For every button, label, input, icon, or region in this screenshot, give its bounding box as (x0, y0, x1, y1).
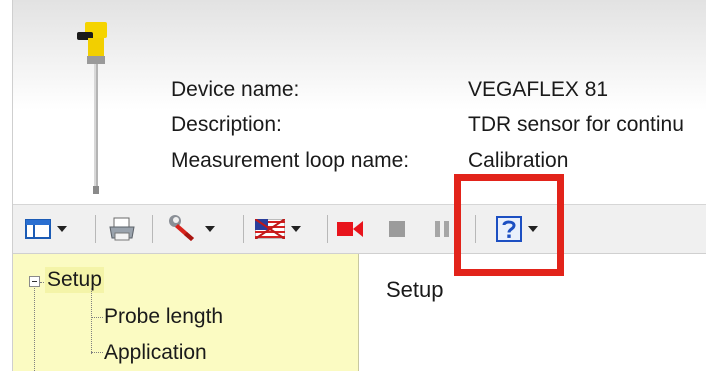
content-pane: Setup (359, 254, 706, 371)
chevron-down-icon (57, 226, 67, 232)
description-label: Description: (171, 113, 282, 136)
loop-name-value: Calibration (468, 149, 569, 172)
description-value: TDR sensor for continu (468, 113, 684, 136)
toolbar-separator (152, 215, 153, 243)
device-window: Device name: VEGAFLEX 81 Description: TD… (12, 0, 706, 371)
tree-connector (91, 352, 103, 353)
help-icon (496, 216, 522, 242)
tree-item-setup[interactable]: Setup (45, 267, 104, 293)
tools-button[interactable] (167, 205, 215, 253)
navigation-tree: Setup Probe length Application (13, 254, 359, 371)
sensor-probe-image (77, 22, 107, 194)
language-button[interactable] (255, 205, 301, 253)
chevron-down-icon (528, 226, 538, 232)
collapse-icon[interactable] (29, 276, 40, 287)
toolbar (13, 205, 706, 254)
language-flag-icon (255, 219, 285, 239)
device-header: Device name: VEGAFLEX 81 Description: TD… (13, 0, 706, 205)
device-name-label: Device name: (171, 78, 300, 101)
chevron-down-icon (205, 226, 215, 232)
device-name-value: VEGAFLEX 81 (468, 78, 609, 101)
tree-connector (91, 288, 92, 354)
help-button[interactable] (496, 205, 538, 253)
print-button[interactable] (107, 205, 137, 253)
pause-button[interactable] (433, 205, 451, 253)
toolbar-separator (243, 215, 244, 243)
tree-item-application[interactable]: Application (104, 340, 207, 366)
wrench-icon (169, 215, 194, 241)
tree-connector (91, 317, 103, 318)
stop-icon (389, 221, 405, 237)
tree-item-probe-length[interactable]: Probe length (104, 304, 223, 330)
stop-button[interactable] (388, 205, 406, 253)
loop-name-label: Measurement loop name: (171, 149, 410, 172)
toolbar-separator (327, 215, 328, 243)
record-icon (337, 221, 363, 237)
chevron-down-icon (291, 226, 301, 232)
print-icon (109, 217, 135, 241)
view-layout-icon (25, 219, 51, 239)
tree-connector (34, 288, 35, 371)
pause-icon (435, 221, 449, 237)
toolbar-separator (95, 215, 96, 243)
content-title: Setup (386, 277, 444, 302)
toolbar-separator (475, 215, 476, 243)
view-layout-button[interactable] (25, 205, 67, 253)
record-button[interactable] (335, 205, 365, 253)
